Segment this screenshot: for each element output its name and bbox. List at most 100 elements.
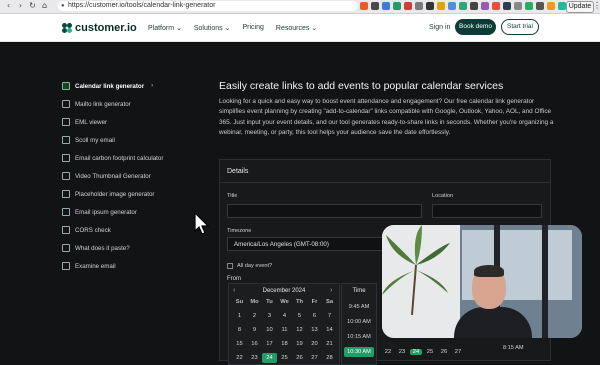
nav-solutions[interactable]: Solutions ⌄ [194, 24, 231, 32]
calendar-day[interactable]: 9 [247, 325, 262, 335]
calendar-day[interactable]: 26 [438, 349, 450, 355]
calendar-day[interactable]: 22 [382, 349, 394, 355]
sidebar-item-label: CORS check [75, 226, 111, 234]
main-nav: Platform ⌄ Solutions ⌄ Pricing Resources… [148, 24, 317, 32]
calendar-day[interactable]: 2 [247, 311, 262, 321]
to-time-item[interactable]: 8:15 AM [503, 345, 524, 351]
sidebar-item-cors-check[interactable]: CORS check [62, 224, 111, 236]
sidebar-item-email-carbon-footprint-calculator[interactable]: Email carbon footprint calculator [62, 152, 163, 164]
start-trial-button[interactable]: Start trial [501, 19, 539, 35]
title-input[interactable] [227, 204, 422, 218]
page-title: Easily create links to add events to pop… [219, 80, 504, 92]
calendar-day[interactable]: 12 [292, 325, 307, 335]
calendar-day[interactable]: 14 [322, 325, 337, 335]
calendar-day[interactable]: 24 [262, 353, 277, 363]
reload-icon[interactable]: ↻ [28, 1, 37, 11]
sidebar-item-examine-email[interactable]: Examine email [62, 260, 116, 272]
logo[interactable]: customer.io [62, 22, 137, 34]
calendar-day[interactable]: 1 [232, 311, 247, 321]
calendar-day[interactable]: 10 [262, 325, 277, 335]
calendar-day[interactable]: 18 [277, 339, 292, 349]
home-icon[interactable]: ⌂ [40, 1, 49, 11]
calendar-day[interactable]: 27 [307, 353, 322, 363]
calendar-day[interactable]: 11 [277, 325, 292, 335]
extension-icon[interactable] [470, 2, 478, 10]
extension-icon[interactable] [514, 2, 522, 10]
extension-icon[interactable] [481, 2, 489, 10]
sidebar-item-label: EML viewer [75, 118, 108, 126]
calendar-day[interactable]: 27 [452, 349, 464, 355]
update-button[interactable]: Update [566, 1, 594, 13]
extension-icon[interactable] [371, 2, 379, 10]
calendar-day[interactable]: 28 [322, 353, 337, 363]
sidebar-item-eml-viewer[interactable]: EML viewer [62, 116, 107, 128]
logo-text: customer.io [75, 22, 137, 34]
calendar-day[interactable]: 23 [396, 349, 408, 355]
sidebar-item-scroll-my-email[interactable]: Scoll my email [62, 134, 115, 146]
calendar-day[interactable]: 15 [232, 339, 247, 349]
next-month-icon[interactable]: › [330, 287, 332, 294]
extension-icon[interactable] [525, 2, 533, 10]
extension-icon[interactable] [448, 2, 456, 10]
sidebar-item-mailto-link-generator[interactable]: Mailto link generator [62, 98, 131, 110]
calendar-day[interactable]: 25 [424, 349, 436, 355]
weekday-label: We [280, 299, 289, 305]
calendar-day[interactable]: 20 [307, 339, 322, 349]
date-picker: ‹ December 2024 › Su Mo Tu We Th Fr Sa 1 2 3 4 5 6 7 8… [228, 283, 340, 365]
calendar-day[interactable]: 5 [292, 311, 307, 321]
weekday-label: Su [235, 299, 244, 305]
extension-icon[interactable] [547, 2, 555, 10]
calendar-day[interactable]: 13 [307, 325, 322, 335]
time-picker: Time 9:45 AM 10:00 AM 10:15 AM 10:30 AM [341, 283, 377, 365]
extension-icon[interactable] [393, 2, 401, 10]
sidebar-item-calendar-link-generator[interactable]: Calendar link generator › [62, 80, 153, 92]
calendar-day[interactable]: 22 [232, 353, 247, 363]
calendar-day[interactable]: 21 [322, 339, 337, 349]
extension-icons [360, 2, 577, 10]
extension-icon[interactable] [459, 2, 467, 10]
calendar-day[interactable]: 16 [247, 339, 262, 349]
time-option[interactable]: 10:30 AM [344, 347, 374, 357]
extension-icon[interactable] [437, 2, 445, 10]
calendar-day[interactable]: 8 [232, 325, 247, 335]
time-option[interactable]: 9:45 AM [344, 302, 374, 312]
calendar-day[interactable]: 23 [247, 353, 262, 363]
calendar-day[interactable]: 4 [277, 311, 292, 321]
forward-icon[interactable]: › [16, 1, 25, 11]
extension-icon[interactable] [503, 2, 511, 10]
calendar-day[interactable]: 24 [410, 349, 422, 355]
more-menu-icon[interactable]: ⋮ [593, 1, 600, 10]
sidebar-item-email-ipsum-generator[interactable]: Email ipsum generator [62, 206, 137, 218]
sidebar-item-what-does-it-paste[interactable]: What does it paste? [62, 242, 130, 254]
location-input[interactable] [432, 204, 542, 218]
calendar-day[interactable]: 3 [262, 311, 277, 321]
sign-in-link[interactable]: Sign in [429, 24, 450, 31]
calendar-day[interactable]: 19 [292, 339, 307, 349]
chevron-right-icon: › [151, 83, 154, 89]
book-demo-button[interactable]: Book demo [455, 19, 496, 35]
all-day-checkbox[interactable] [227, 263, 233, 269]
calendar-day[interactable]: 17 [262, 339, 277, 349]
nav-resources[interactable]: Resources ⌄ [276, 24, 317, 32]
address-bar[interactable]: ● https://customer.io/tools/calendar-lin… [58, 1, 358, 11]
nav-platform[interactable]: Platform ⌄ [148, 24, 182, 32]
extension-icon[interactable] [536, 2, 544, 10]
calendar-day[interactable]: 25 [277, 353, 292, 363]
nav-pricing[interactable]: Pricing [242, 24, 263, 32]
extension-icon[interactable] [382, 2, 390, 10]
time-option[interactable]: 10:00 AM [344, 317, 374, 327]
calendar-day[interactable]: 7 [322, 311, 337, 321]
back-icon[interactable]: ‹ [4, 1, 13, 11]
extension-icon[interactable] [558, 2, 566, 10]
time-option[interactable]: 10:15 AM [344, 332, 374, 342]
extension-icon[interactable] [492, 2, 500, 10]
extension-icon[interactable] [404, 2, 412, 10]
calendar-day[interactable]: 26 [292, 353, 307, 363]
extension-icon[interactable] [360, 2, 368, 10]
weekday-label: Tu [266, 299, 273, 305]
sidebar-item-placeholder-image-generator[interactable]: Placeholder image generator [62, 188, 154, 200]
calendar-day[interactable]: 6 [307, 311, 322, 321]
extension-icon[interactable] [415, 2, 423, 10]
sidebar-item-video-thumbnail-generator[interactable]: Video Thumbnail Generator [62, 170, 151, 182]
extension-icon[interactable] [426, 2, 434, 10]
